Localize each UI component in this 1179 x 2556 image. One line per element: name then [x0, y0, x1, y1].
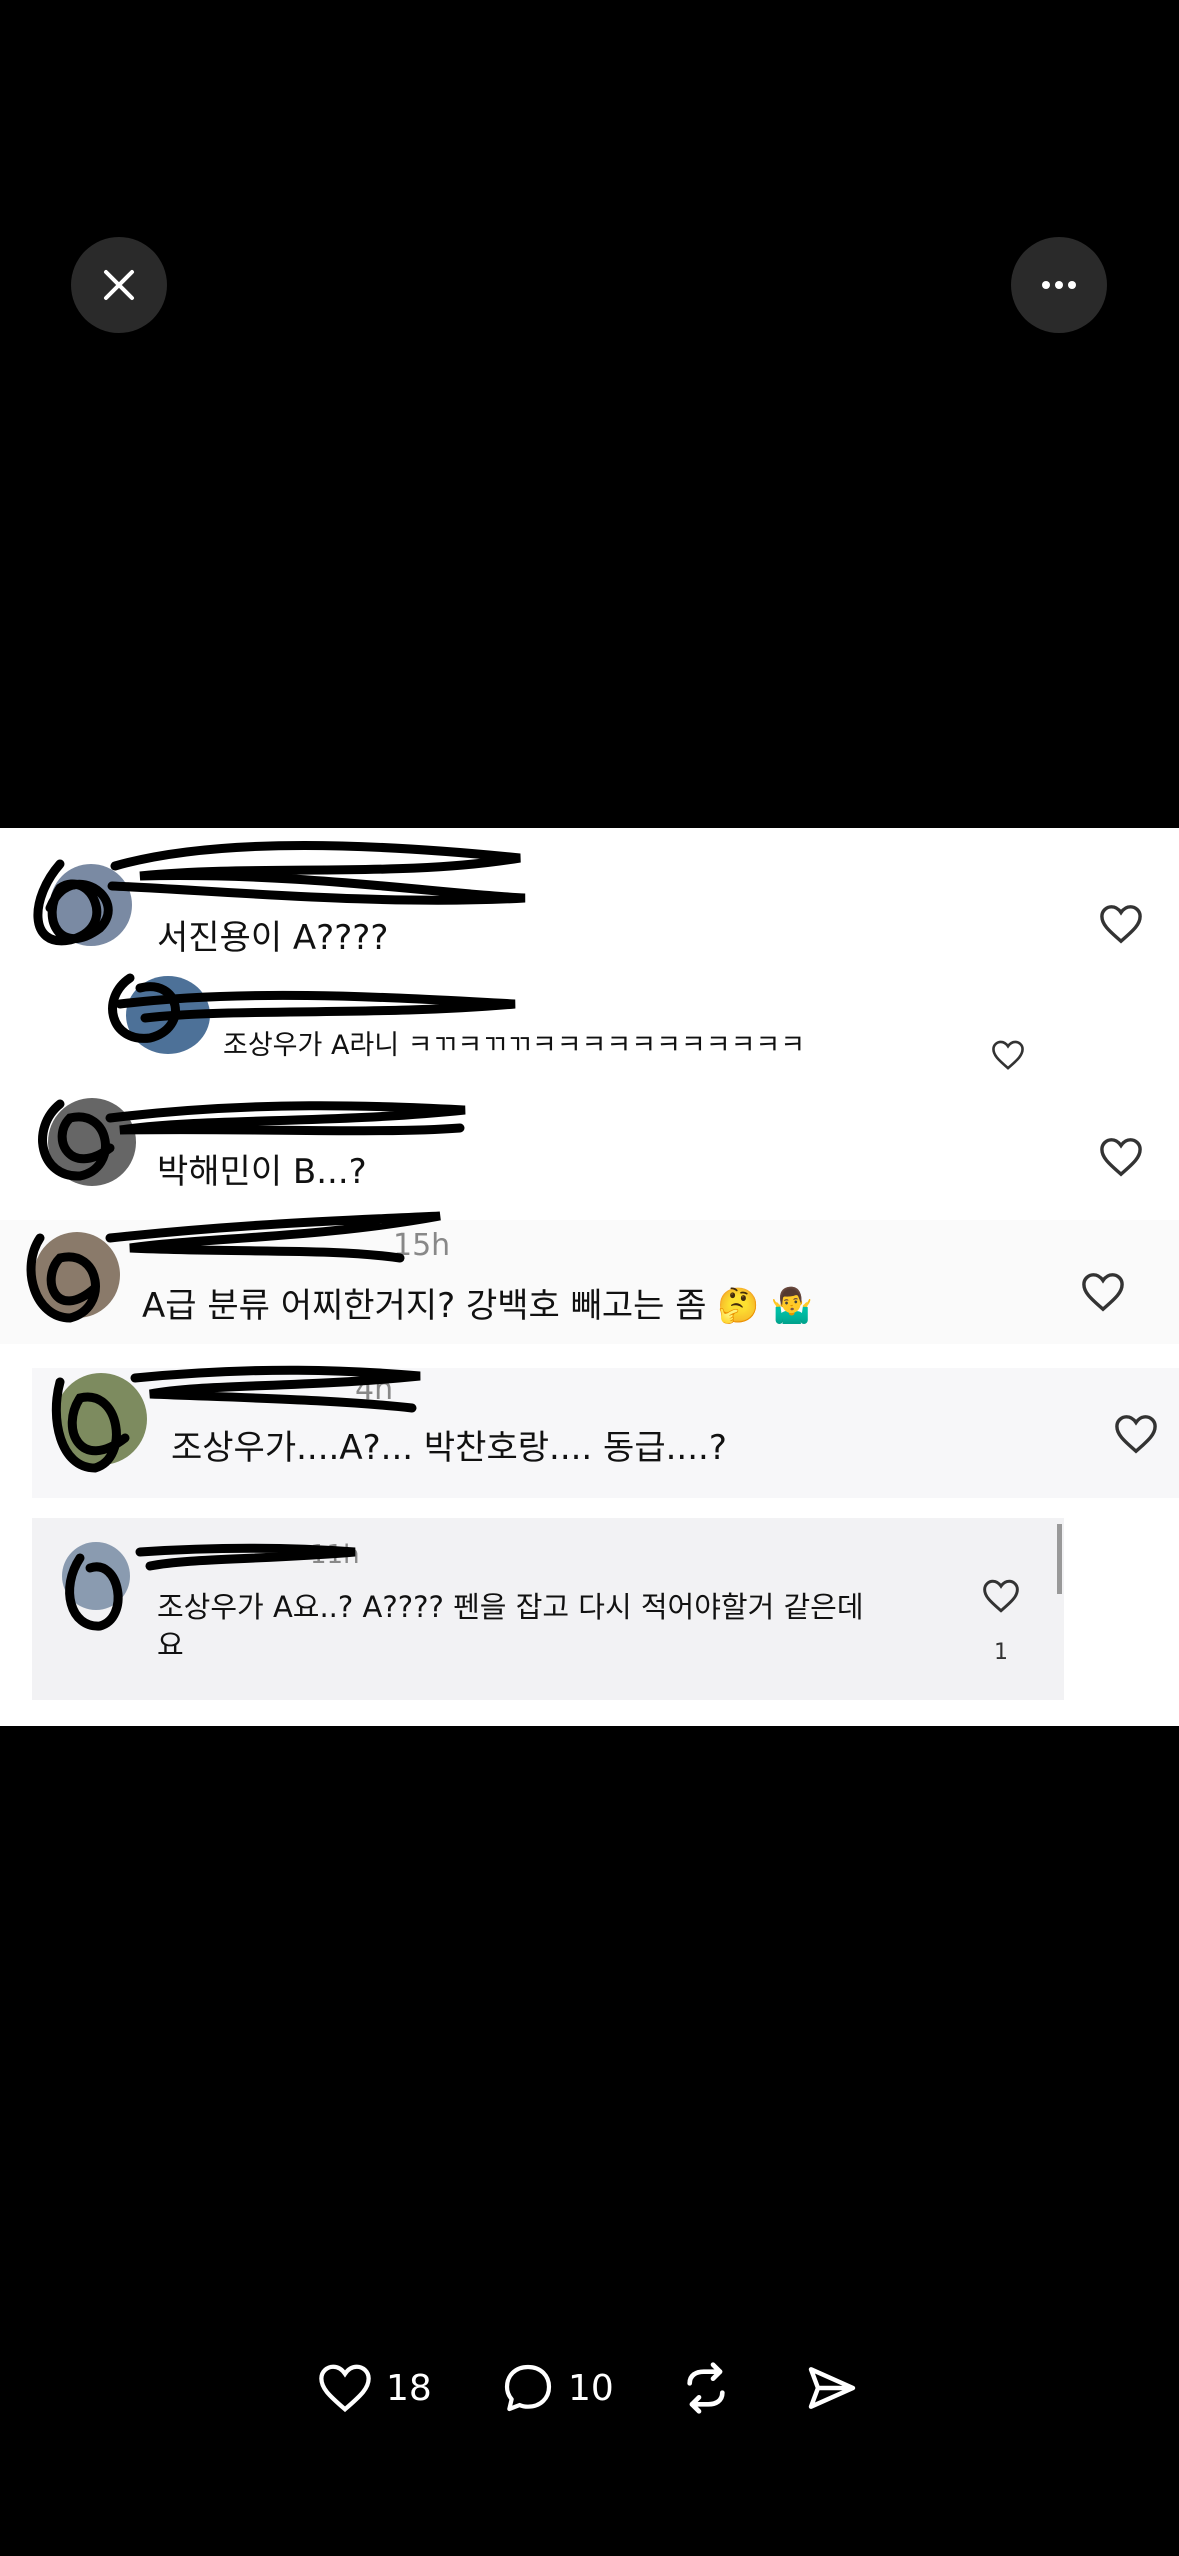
heart-icon[interactable] — [990, 1039, 1026, 1071]
share-button[interactable] — [804, 2348, 860, 2428]
heart-icon[interactable] — [1098, 1136, 1144, 1178]
avatar — [34, 1232, 120, 1318]
comment-timestamp: 11h — [310, 1540, 360, 1570]
comment-text: 조상우가 A라니 ㅋㄲㅋㄲㄲㅋㅋㅋㅋㅋㅋㅋㅋㅋㅋㅋ — [223, 1030, 806, 1061]
like-button[interactable]: 18 — [316, 2348, 432, 2428]
heart-icon[interactable] — [1080, 1271, 1126, 1313]
comment-text: 박해민이 B...? — [157, 1152, 367, 1192]
comment-screenshot-image[interactable]: 서진용이 A???? 조상우가 A라니 ㅋㄲㅋㄲㄲㅋㅋㅋㅋㅋㅋㅋㅋㅋㅋㅋ 박해민… — [0, 828, 1179, 1726]
heart-icon[interactable] — [1113, 1413, 1159, 1455]
comment-button[interactable]: 10 — [500, 2348, 614, 2428]
comment-bubble-icon — [504, 2364, 552, 2412]
repost-icon — [687, 2362, 725, 2414]
scrollbar — [1057, 1524, 1062, 1594]
comment-text: 서진용이 A???? — [157, 918, 389, 958]
more-icon — [1042, 281, 1076, 289]
repost-button[interactable] — [678, 2348, 734, 2428]
send-icon — [808, 2367, 856, 2409]
comment-timestamp: 4h — [355, 1372, 394, 1407]
avatar — [62, 1542, 130, 1610]
heart-icon[interactable] — [981, 1578, 1021, 1614]
close-button[interactable] — [71, 237, 167, 333]
like-count: 1 — [994, 1640, 1008, 1665]
comment-count: 10 — [568, 2367, 614, 2409]
heart-icon[interactable] — [1098, 903, 1144, 945]
comment-timestamp: 15h — [393, 1228, 451, 1263]
comment-text: 조상우가....A?... 박찬호랑.... 동급....? — [171, 1428, 727, 1468]
avatar — [48, 1098, 136, 1186]
like-count: 18 — [386, 2367, 432, 2409]
close-icon — [104, 270, 134, 300]
post-action-bar: 18 10 — [0, 2348, 1179, 2428]
avatar — [50, 864, 132, 946]
more-options-button[interactable] — [1011, 237, 1107, 333]
comment-text: 조상우가 A요..? A???? 펜을 잡고 다시 적어야할거 같은데 — [157, 1590, 864, 1624]
comment-text: 요 — [157, 1628, 184, 1662]
heart-icon — [319, 2364, 371, 2413]
avatar — [126, 976, 210, 1054]
avatar — [55, 1373, 147, 1465]
comment-text: A급 분류 어찌한거지? 강백호 빼고는 좀 🤔 🤷‍♂️ — [142, 1286, 813, 1326]
